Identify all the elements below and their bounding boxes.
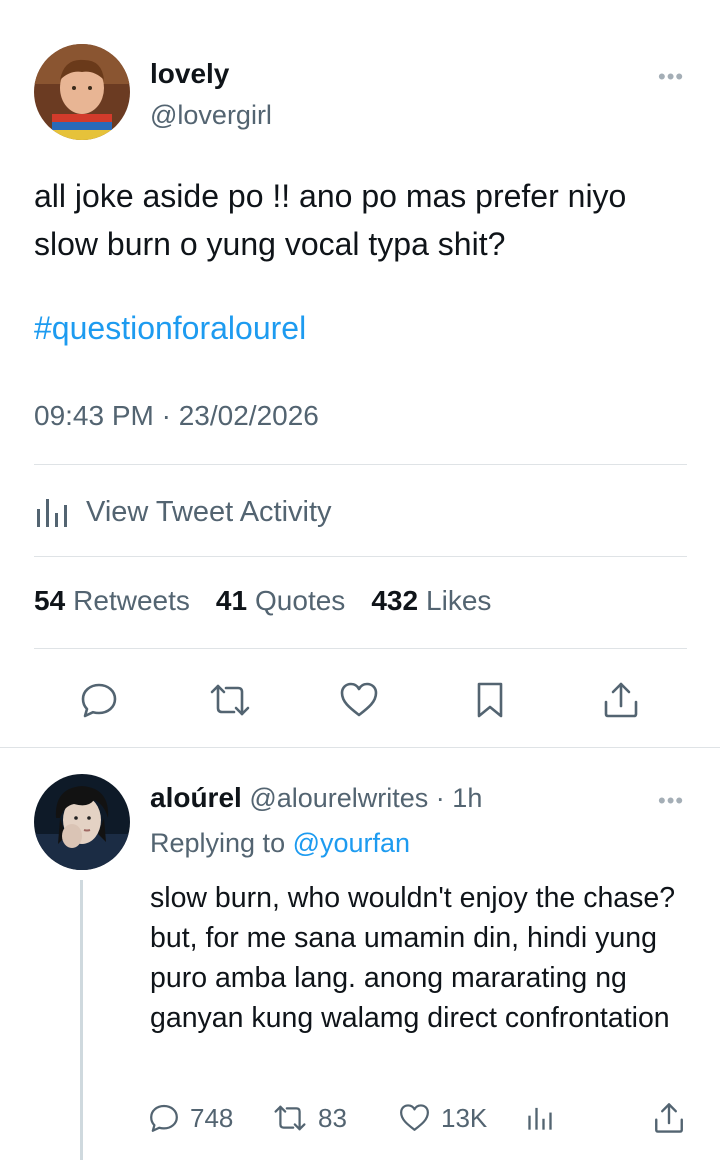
- reply-avatar-image: [34, 774, 130, 870]
- share-icon: [655, 1103, 683, 1133]
- replying-to: Replying to @yourfan: [150, 828, 410, 859]
- engagement-stats: 54 Retweets 41 Quotes 432 Likes: [34, 585, 491, 617]
- like-icon: [400, 1104, 429, 1131]
- reply-analytics-button[interactable]: [526, 1098, 554, 1138]
- reply-button[interactable]: [76, 677, 122, 723]
- avatar[interactable]: [34, 44, 130, 140]
- retweet-count: 83: [318, 1102, 347, 1133]
- bookmark-button[interactable]: [467, 677, 513, 723]
- quotes-stat[interactable]: 41 Quotes: [216, 585, 345, 617]
- reply-more-options-icon[interactable]: •••: [658, 788, 684, 814]
- display-name[interactable]: lovely: [150, 58, 229, 90]
- reply-header: aloúrel @alourelwrites · 1h: [150, 782, 482, 814]
- more-options-icon[interactable]: •••: [658, 64, 684, 90]
- like-count: 13K: [441, 1102, 488, 1133]
- like-button[interactable]: [336, 677, 382, 723]
- analytics-icon: [528, 1107, 552, 1130]
- view-tweet-activity-button[interactable]: View Tweet Activity: [34, 490, 332, 534]
- reply-reply-button[interactable]: 748: [148, 1098, 233, 1138]
- thread-connector-line: [80, 880, 83, 1160]
- reply-display-name[interactable]: aloúrel: [150, 782, 242, 813]
- reply-retweet-button[interactable]: 83: [272, 1098, 347, 1138]
- reply-handle[interactable]: @alourelwrites: [249, 783, 428, 813]
- tweet-text: all joke aside po !! ano po mas prefer n…: [34, 178, 627, 262]
- tweet-timestamp[interactable]: 09:43 PM · 23/02/2026: [34, 400, 319, 432]
- reply-share-button[interactable]: [652, 1098, 686, 1138]
- avatar-image: [34, 44, 130, 140]
- user-handle[interactable]: @lovergirl: [150, 100, 272, 131]
- divider: [34, 556, 687, 557]
- replying-mention-link[interactable]: @yourfan: [293, 828, 410, 858]
- reply-time[interactable]: 1h: [452, 783, 482, 813]
- reply-icon: [81, 683, 117, 718]
- divider: [34, 648, 687, 649]
- likes-stat[interactable]: 432 Likes: [371, 585, 491, 617]
- reply-separator: ·: [428, 783, 453, 813]
- divider: [34, 464, 687, 465]
- hashtag-link[interactable]: #questionforalourel: [34, 310, 306, 347]
- reply-icon: [150, 1104, 178, 1132]
- retweets-stat[interactable]: 54 Retweets: [34, 585, 190, 617]
- share-button[interactable]: [598, 677, 644, 723]
- activity-label: View Tweet Activity: [86, 495, 332, 528]
- retweet-icon: [210, 684, 250, 716]
- section-divider: [0, 747, 720, 748]
- reply-text: slow burn, who wouldn't enjoy the chase?…: [150, 882, 676, 1034]
- reply-like-button[interactable]: 13K: [398, 1098, 487, 1138]
- reply-avatar[interactable]: [34, 774, 130, 870]
- retweet-icon: [274, 1105, 306, 1131]
- share-icon: [604, 682, 638, 718]
- like-icon: [340, 682, 378, 717]
- replying-prefix: Replying to: [150, 828, 286, 858]
- reply-count: 748: [190, 1102, 234, 1133]
- analytics-icon: [37, 499, 67, 527]
- retweet-button[interactable]: [207, 677, 253, 723]
- bookmark-icon: [477, 682, 503, 718]
